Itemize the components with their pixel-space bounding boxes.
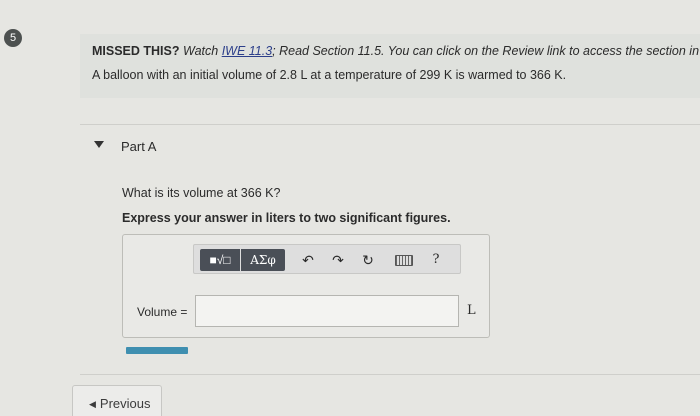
greek-symbols-icon[interactable]: ΑΣφ — [241, 249, 285, 271]
intro-panel: MISSED THIS? Watch IWE 11.3; Read Sectio… — [80, 34, 700, 98]
step-number-badge: 5 — [4, 29, 22, 47]
footer-divider — [80, 374, 700, 375]
math-toolbar: ■√□ ΑΣφ ↶ ↷ ↻ ? — [193, 244, 461, 274]
submit-button[interactable] — [126, 347, 188, 354]
iwe-video-link[interactable]: IWE 11.3 — [222, 44, 272, 58]
watch-text: Watch — [183, 44, 219, 58]
previous-button[interactable]: ◀ Previous — [72, 385, 162, 416]
answer-box: ■√□ ΑΣφ ↶ ↷ ↻ ? Volume = L — [122, 234, 490, 338]
question-text: What is its volume at 366 K? — [122, 186, 281, 200]
previous-label: Previous — [99, 396, 151, 411]
answer-instruction: Express your answer in liters to two sig… — [122, 211, 451, 225]
help-icon[interactable]: ? — [426, 249, 446, 271]
keyboard-glyph — [395, 255, 413, 266]
chevron-left-icon: ◀ — [89, 399, 96, 409]
unit-label: L — [467, 303, 476, 318]
templates-icon[interactable]: ■√□ — [200, 249, 240, 271]
part-title: Part A — [121, 139, 157, 154]
part-a-header[interactable]: Part A — [80, 125, 700, 175]
missed-this-label: MISSED THIS? — [92, 44, 180, 58]
problem-statement: A balloon with an initial volume of 2.8 … — [92, 68, 567, 82]
volume-label: Volume = — [137, 305, 188, 319]
read-section-text: ; Read Section 11.5. You can click on th… — [272, 44, 700, 58]
collapse-triangle-icon[interactable] — [94, 141, 104, 148]
redo-icon[interactable]: ↷ — [328, 249, 348, 271]
keyboard-icon[interactable] — [392, 249, 416, 271]
reset-icon[interactable]: ↻ — [358, 249, 378, 271]
undo-icon[interactable]: ↶ — [298, 249, 318, 271]
volume-input[interactable] — [195, 295, 459, 327]
intro-instructions: MISSED THIS? Watch IWE 11.3; Read Sectio… — [92, 44, 700, 58]
